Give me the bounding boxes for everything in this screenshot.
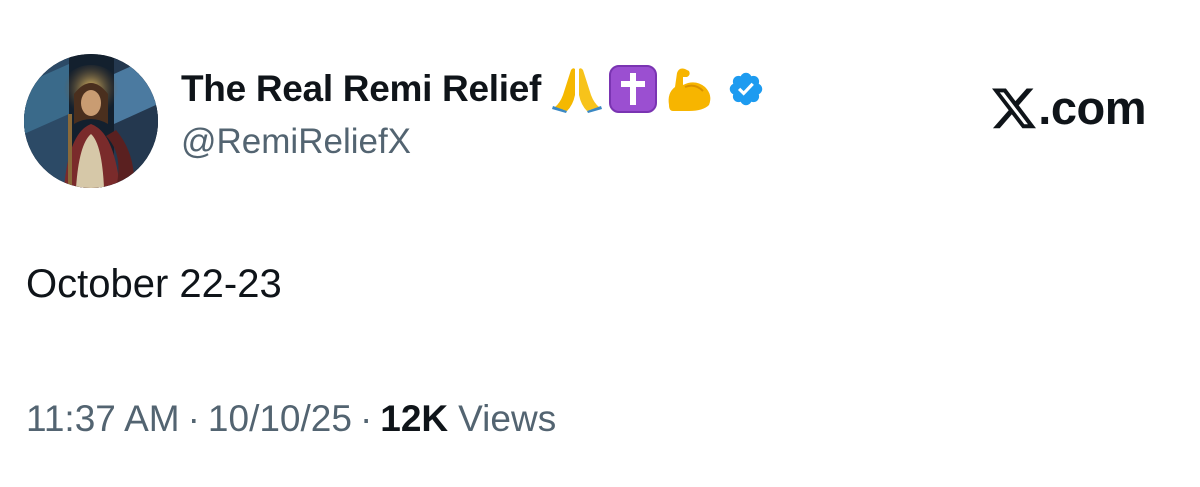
x-logo-icon — [992, 85, 1037, 129]
flexed-biceps-icon — [663, 65, 715, 113]
avatar[interactable] — [24, 54, 158, 188]
author-name-row[interactable]: The Real Remi Relief — [181, 64, 765, 114]
folded-hands-icon — [551, 65, 603, 113]
views-count[interactable]: 12K — [380, 398, 448, 440]
meta-separator: · — [187, 398, 200, 439]
author-display-name[interactable]: The Real Remi Relief — [181, 68, 541, 110]
tweet-meta: 11:37 AM · 10/10/25 · 12K Views — [26, 398, 556, 440]
author-handle[interactable]: @RemiReliefX — [181, 122, 411, 162]
site-logo: .com — [992, 80, 1146, 134]
site-domain-text: .com — [1038, 80, 1146, 134]
verified-badge-icon[interactable] — [727, 70, 765, 108]
avatar-image — [24, 54, 158, 188]
tweet-text: October 22-23 — [26, 262, 282, 306]
meta-separator: · — [359, 398, 373, 439]
tweet-time[interactable]: 11:37 AM — [26, 398, 180, 440]
latin-cross-icon — [607, 65, 659, 113]
views-label[interactable]: Views — [458, 398, 556, 440]
tweet-date[interactable]: 10/10/25 — [208, 398, 352, 440]
